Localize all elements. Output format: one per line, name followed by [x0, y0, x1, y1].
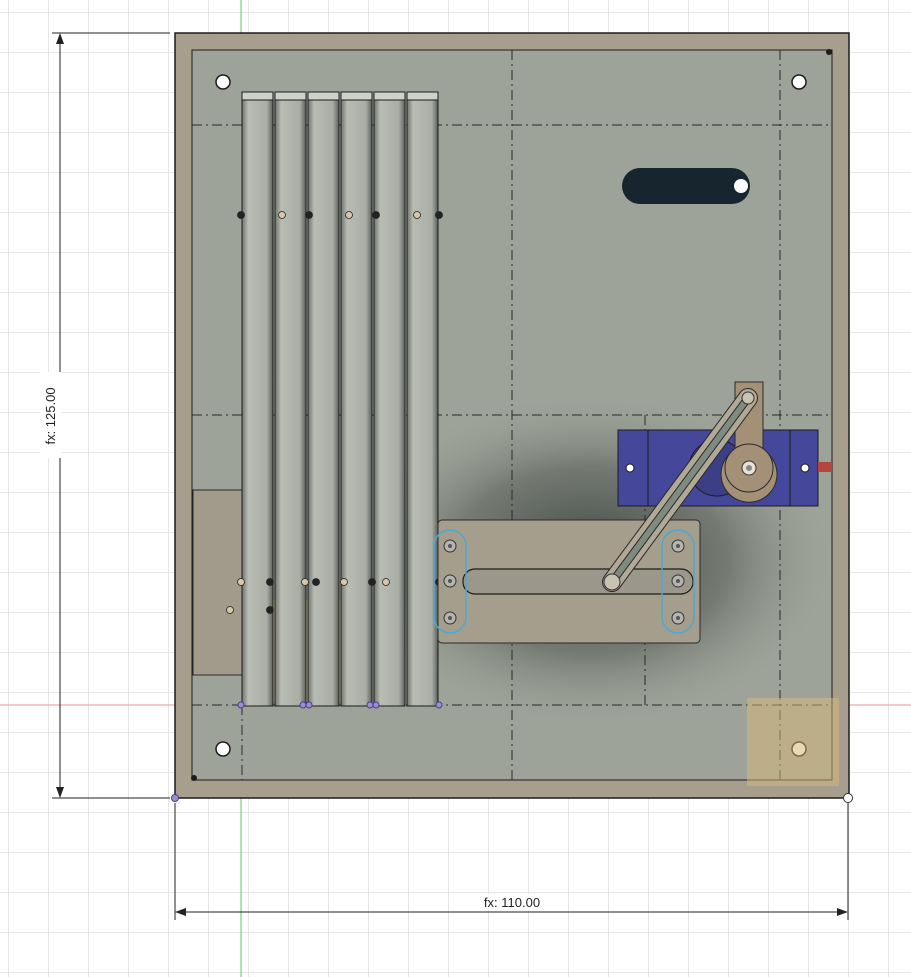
- sketch-point[interactable]: [237, 578, 245, 586]
- slider-slot[interactable]: [462, 568, 694, 595]
- height-dimension-label[interactable]: fx: 125.00: [43, 387, 58, 444]
- width-dimension-label[interactable]: fx: 110.00: [484, 895, 540, 910]
- slat-cap-5: [373, 91, 406, 101]
- sketch-point[interactable]: [226, 606, 234, 614]
- sketch-point[interactable]: [435, 211, 443, 219]
- sketch-point[interactable]: [340, 578, 348, 586]
- servo-mount-hole-right[interactable]: [800, 463, 810, 473]
- slat-cap-3: [307, 91, 340, 101]
- slat-cap-4: [340, 91, 373, 101]
- vertex-marker[interactable]: [305, 701, 313, 709]
- width-dimension[interactable]: fx: 110.00: [174, 803, 849, 920]
- slat-1[interactable]: [241, 91, 274, 707]
- sketch-point[interactable]: [278, 211, 286, 219]
- vertex-marker[interactable]: [435, 701, 443, 709]
- sketch-point[interactable]: [372, 211, 380, 219]
- slat-cap-2: [274, 91, 307, 101]
- slat-2[interactable]: [274, 91, 307, 707]
- slat-4[interactable]: [340, 91, 373, 707]
- arm-pivot-bottom[interactable]: [603, 573, 621, 591]
- sketch-point[interactable]: [266, 606, 274, 614]
- cable-slot[interactable]: [622, 168, 750, 204]
- sketch-point[interactable]: [266, 578, 274, 586]
- sketch-point[interactable]: [368, 578, 376, 586]
- height-dimension[interactable]: fx: 125.00: [40, 32, 170, 799]
- servo-mount-hole-left[interactable]: [625, 463, 635, 473]
- cad-viewport[interactable]: fx: 125.00 fx: 110.00: [0, 0, 911, 977]
- sketch-point[interactable]: [382, 578, 390, 586]
- slat-cap-1: [241, 91, 274, 101]
- mount-hole-top-right[interactable]: [791, 74, 807, 90]
- servo-cable: [818, 462, 832, 472]
- sketch-point-top-right[interactable]: [826, 49, 832, 55]
- slat-cap-6: [406, 91, 439, 101]
- slat-5[interactable]: [373, 91, 406, 707]
- slider-plate[interactable]: [433, 519, 701, 644]
- origin-vertex-marker[interactable]: [171, 794, 179, 802]
- mount-hole-top-left[interactable]: [215, 74, 231, 90]
- sketch-point[interactable]: [312, 578, 320, 586]
- vertex-marker[interactable]: [372, 701, 380, 709]
- vertex-marker[interactable]: [299, 701, 307, 709]
- sketch-point[interactable]: [413, 211, 421, 219]
- sketch-point[interactable]: [301, 578, 309, 586]
- sketch-point[interactable]: [237, 211, 245, 219]
- slat-3[interactable]: [307, 91, 340, 707]
- selection-highlight-right: [747, 698, 839, 786]
- sketch-point[interactable]: [345, 211, 353, 219]
- arm-pivot-top[interactable]: [741, 391, 755, 405]
- mount-hole-bottom-left[interactable]: [215, 741, 231, 757]
- side-bracket[interactable]: [192, 489, 244, 676]
- sketch-point[interactable]: [305, 211, 313, 219]
- vertex-marker[interactable]: [366, 701, 374, 709]
- vertex-marker[interactable]: [237, 701, 245, 709]
- sketch-point-bottom-left[interactable]: [191, 775, 197, 781]
- corner-vertex-marker[interactable]: [843, 793, 853, 803]
